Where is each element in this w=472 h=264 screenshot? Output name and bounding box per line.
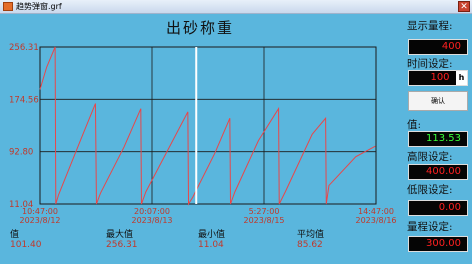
x-tick-time: 14:47:00 bbox=[358, 207, 394, 216]
stat-avg-label: 平均值 bbox=[297, 230, 325, 240]
x-tick-date: 2023/8/12 bbox=[19, 216, 60, 225]
display-range-value[interactable]: 400 bbox=[408, 39, 468, 55]
chart-title: 出砂称重 bbox=[165, 19, 234, 37]
x-tick-time: 20:07:00 bbox=[134, 207, 170, 216]
high-limit-value[interactable]: 400.00 bbox=[408, 164, 468, 180]
time-setting-label: 时间设定: bbox=[407, 58, 453, 70]
stat-max-value: 256.31 bbox=[106, 240, 138, 250]
settings-panel: 显示量程: 400 时间设定: 100 h 确认 值: 113.53 高限设定:… bbox=[404, 14, 472, 264]
time-setting-value[interactable]: 100 bbox=[425, 71, 455, 85]
x-tick-time: 10:47:00 bbox=[22, 207, 58, 216]
current-value: 113.53 bbox=[408, 131, 468, 147]
stat-current: 值 101.40 bbox=[10, 230, 42, 250]
stat-avg-value: 85.62 bbox=[297, 240, 323, 250]
trend-chart: 256.31174.5692.8011.0410:47:002023/8/122… bbox=[9, 43, 397, 225]
time-unit: h bbox=[456, 71, 467, 85]
x-tick-date: 2023/8/16 bbox=[355, 216, 396, 225]
range-setting-label: 量程设定: bbox=[407, 221, 453, 233]
display-range-label: 显示量程: bbox=[407, 20, 453, 32]
stat-avg: 平均值 85.62 bbox=[297, 230, 324, 250]
app-icon bbox=[3, 2, 13, 11]
time-setting-field[interactable]: 100 h bbox=[408, 70, 468, 86]
stat-current-value: 101.40 bbox=[10, 240, 42, 250]
y-tick-label: 174.56 bbox=[9, 95, 39, 105]
stat-min: 最小值 11.04 bbox=[198, 230, 225, 250]
low-limit-label: 低限设定: bbox=[407, 184, 453, 196]
close-button[interactable]: ✕ bbox=[458, 1, 470, 12]
low-limit-value[interactable]: 0.00 bbox=[408, 200, 468, 216]
x-tick-date: 2023/8/13 bbox=[131, 216, 172, 225]
x-tick-time: 5:27:00 bbox=[249, 207, 280, 216]
y-tick-label: 92.80 bbox=[9, 148, 33, 158]
value-label: 值: bbox=[407, 119, 422, 131]
range-setting-value[interactable]: 300.00 bbox=[408, 236, 468, 252]
stat-min-label: 最小值 bbox=[198, 230, 226, 240]
y-tick-label: 256.31 bbox=[9, 43, 39, 53]
stat-current-label: 值 bbox=[10, 230, 20, 240]
high-limit-label: 高限设定: bbox=[407, 151, 453, 163]
trend-chart-area: 256.31 174.56 92.80 11.04 10:47:00 2023/8/12 2… bbox=[0, 14, 403, 264]
confirm-button[interactable]: 确认 bbox=[408, 91, 468, 111]
stat-min-value: 11.04 bbox=[198, 240, 224, 250]
window-title: 趋势弹窗.grf bbox=[16, 2, 62, 11]
stat-max-label: 最大值 bbox=[106, 230, 134, 240]
window-titlebar: 趋势弹窗.grf ✕ bbox=[0, 0, 472, 14]
stat-max: 最大值 256.31 bbox=[106, 230, 138, 250]
x-tick-date: 2023/8/15 bbox=[243, 216, 284, 225]
